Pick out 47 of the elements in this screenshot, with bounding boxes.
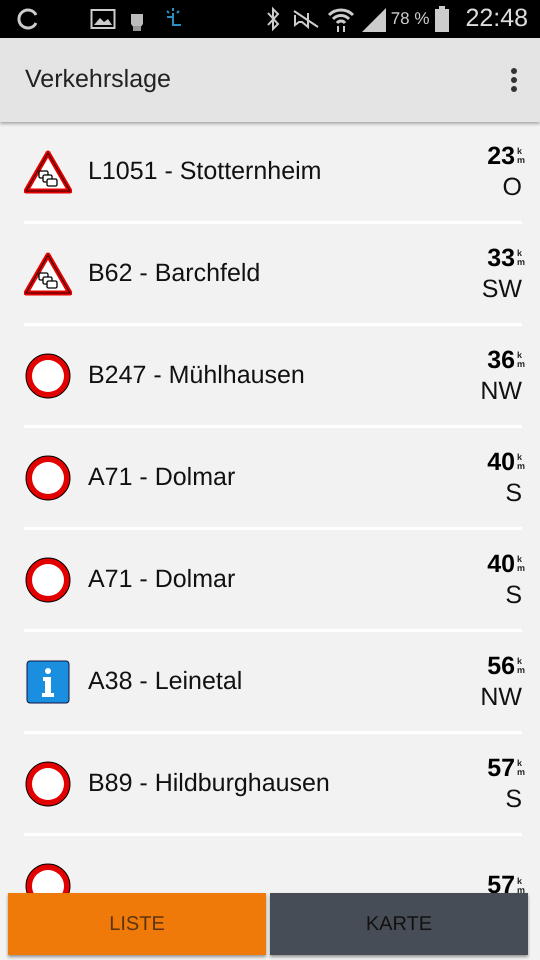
distance: 40 xyxy=(487,552,515,576)
distance-unit: km xyxy=(517,351,522,369)
road-name[interactable]: A38 - Leinetal xyxy=(88,662,462,700)
road-name[interactable]: A71 - Dolmar xyxy=(88,458,462,496)
direction: S xyxy=(505,582,522,608)
direction: O xyxy=(502,174,522,200)
no-entry-sign-icon xyxy=(24,760,72,808)
traffic-jam-sign-icon xyxy=(24,150,72,194)
clock: 22:48 xyxy=(465,3,528,34)
no-entry-sign-icon xyxy=(24,352,72,400)
distance-unit: km xyxy=(517,249,522,267)
road-name[interactable]: B247 - Mühlhausen xyxy=(88,356,462,394)
signal-icon xyxy=(360,6,387,32)
distance-unit: km xyxy=(517,759,522,777)
traffic-jam-sign-icon xyxy=(24,252,72,296)
distance-unit: km xyxy=(517,453,522,471)
direction: S xyxy=(505,786,522,812)
distance: 36 xyxy=(487,348,515,372)
road-name[interactable]: B62 - Barchfeld xyxy=(88,254,462,292)
distance: 23 xyxy=(487,144,515,168)
road-name[interactable]: B89 - Hildburghausen xyxy=(88,764,462,802)
wifi-icon xyxy=(326,6,355,32)
overflow-menu-icon[interactable] xyxy=(510,67,518,93)
tab-button[interactable]: LISTE xyxy=(8,893,266,955)
direction: NW xyxy=(480,378,522,404)
distance-unit: km xyxy=(517,876,522,893)
no-entry-sign-icon xyxy=(24,454,72,502)
screen-title: Verkehrslage xyxy=(25,64,171,96)
distance: 57 xyxy=(487,873,515,893)
road-name[interactable]: A71 - Dolmar xyxy=(88,560,462,598)
direction: NW xyxy=(480,684,522,710)
direction: S xyxy=(505,480,522,506)
distance: 56 xyxy=(487,654,515,678)
direction: SW xyxy=(482,276,522,302)
battery-level: 78 % xyxy=(390,8,430,30)
info-sign-icon xyxy=(26,660,70,704)
sync-icon xyxy=(16,7,40,31)
distance-unit: km xyxy=(517,657,522,675)
road-name[interactable]: L1051 - Stotternheim xyxy=(88,152,462,190)
battery-icon xyxy=(435,6,450,32)
distance-unit: km xyxy=(517,147,522,165)
distance: 40 xyxy=(487,450,515,474)
distance-unit: km xyxy=(517,555,522,573)
image-icon xyxy=(90,8,116,30)
distance: 57 xyxy=(487,756,515,780)
distance: 33 xyxy=(487,246,515,270)
no-entry-sign-icon xyxy=(24,556,72,604)
